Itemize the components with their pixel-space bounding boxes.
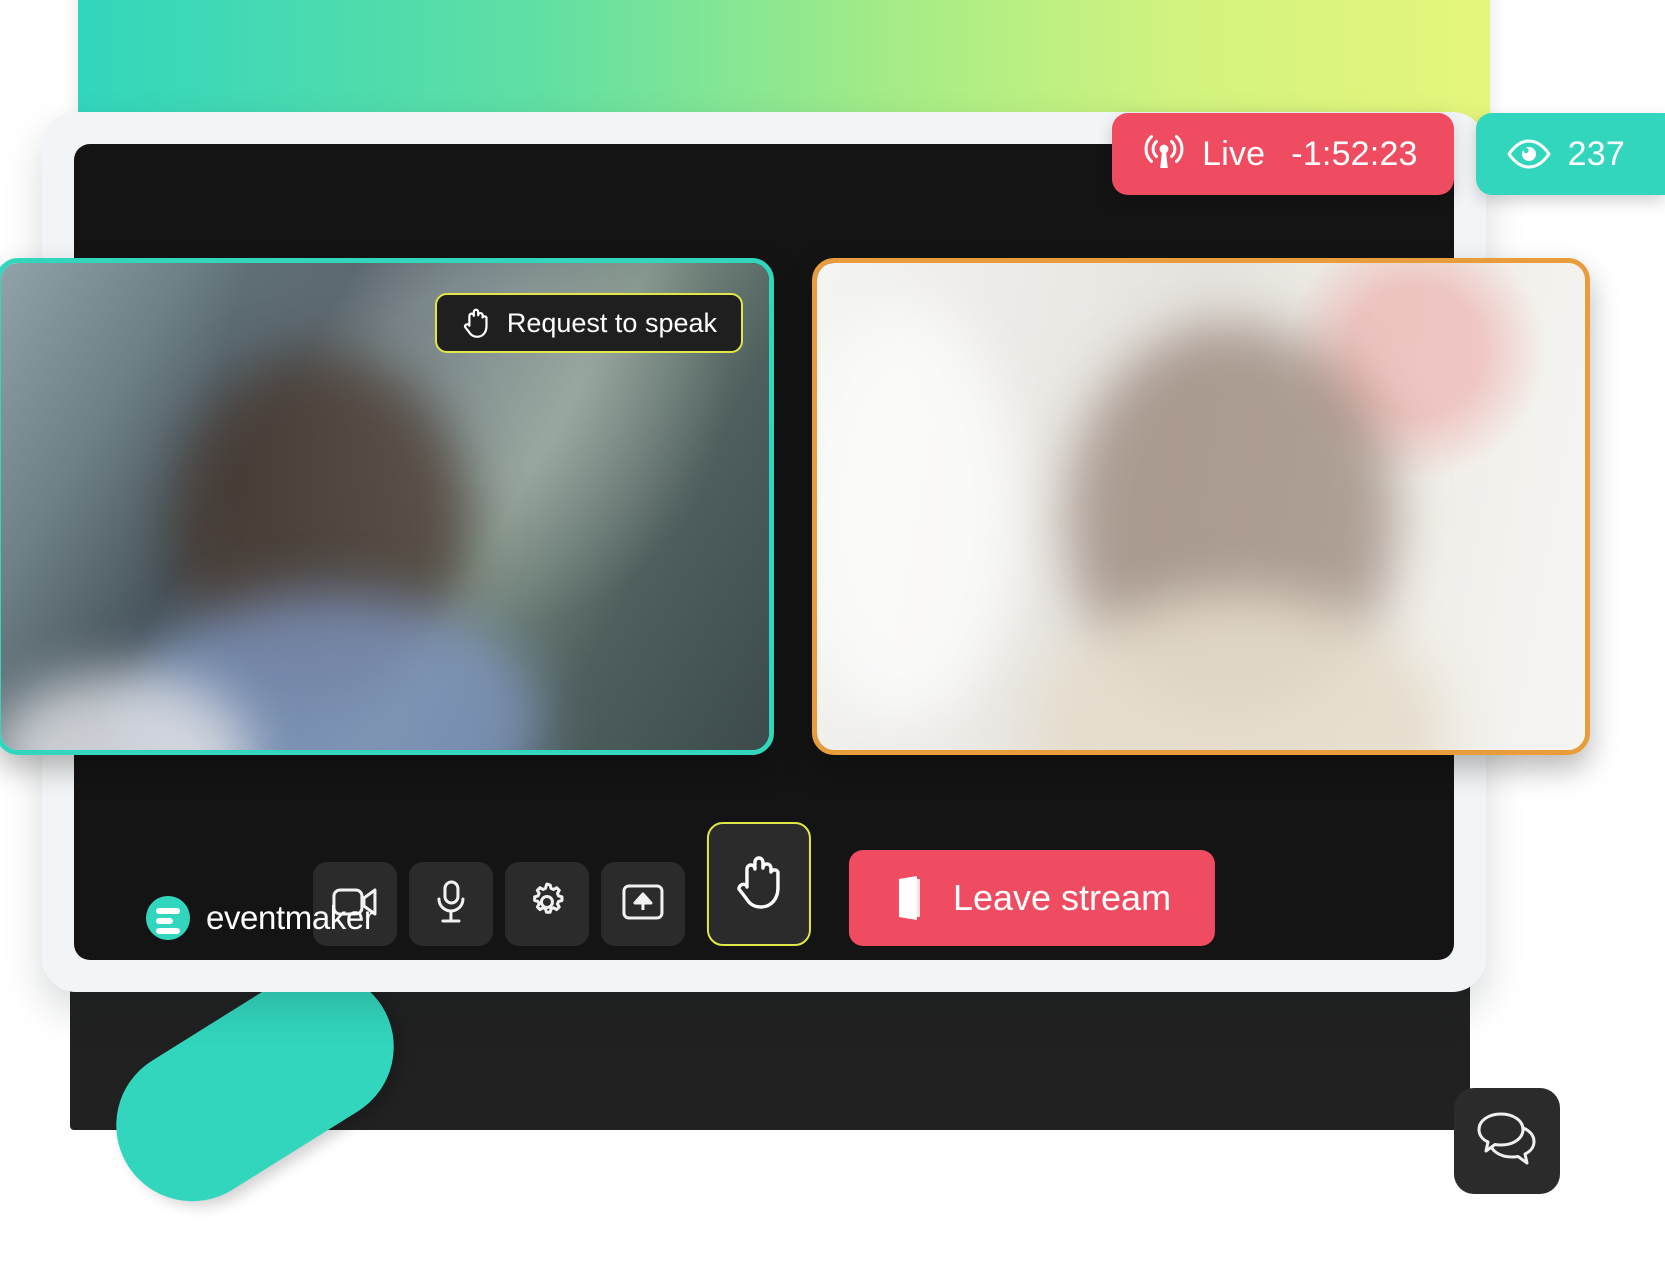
control-buttons: Leave stream	[312, 822, 1216, 946]
leave-stream-label: Leave stream	[952, 877, 1172, 918]
eye-icon	[1506, 138, 1552, 170]
stream-timer: -1:52:23	[1291, 135, 1418, 173]
screen-share-icon	[621, 883, 665, 926]
microphone-button[interactable]	[408, 862, 493, 946]
live-status-badge[interactable]: Live -1:52:23	[1112, 113, 1454, 195]
viewer-count: 237	[1567, 135, 1625, 173]
gear-icon	[526, 881, 568, 928]
video-feed-right	[817, 263, 1585, 750]
stage: eventmaker Leave stream Live -1:52:23 23…	[0, 0, 1665, 1274]
raised-hand-icon	[461, 307, 491, 339]
live-label: Live	[1202, 135, 1266, 173]
brand-logo: eventmaker	[146, 896, 375, 940]
eventmaker-logo-icon	[146, 896, 190, 940]
request-to-speak-label: Request to speak	[506, 307, 717, 338]
speaker-tile-left[interactable]: Request to speak	[0, 258, 774, 755]
raised-hand-icon	[733, 853, 785, 916]
exit-door-icon	[893, 875, 927, 921]
viewer-count-badge[interactable]: 237	[1475, 113, 1665, 195]
request-to-speak-button[interactable]: Request to speak	[434, 293, 743, 353]
share-screen-button[interactable]	[600, 862, 685, 946]
leave-stream-button[interactable]: Leave stream	[848, 850, 1216, 946]
brand-name: eventmaker	[206, 899, 375, 936]
chat-button[interactable]	[1454, 1088, 1560, 1194]
speaker-tile-right[interactable]	[812, 258, 1590, 755]
settings-button[interactable]	[504, 862, 589, 946]
control-bar: eventmaker Leave stream	[74, 822, 1454, 954]
video-tiles: Request to speak	[0, 258, 1665, 755]
raise-hand-button[interactable]	[706, 822, 811, 946]
microphone-icon	[434, 880, 468, 929]
status-badges: Live -1:52:23 237	[1112, 113, 1665, 195]
broadcast-icon	[1142, 132, 1186, 176]
chat-bubbles-icon	[1476, 1111, 1538, 1172]
